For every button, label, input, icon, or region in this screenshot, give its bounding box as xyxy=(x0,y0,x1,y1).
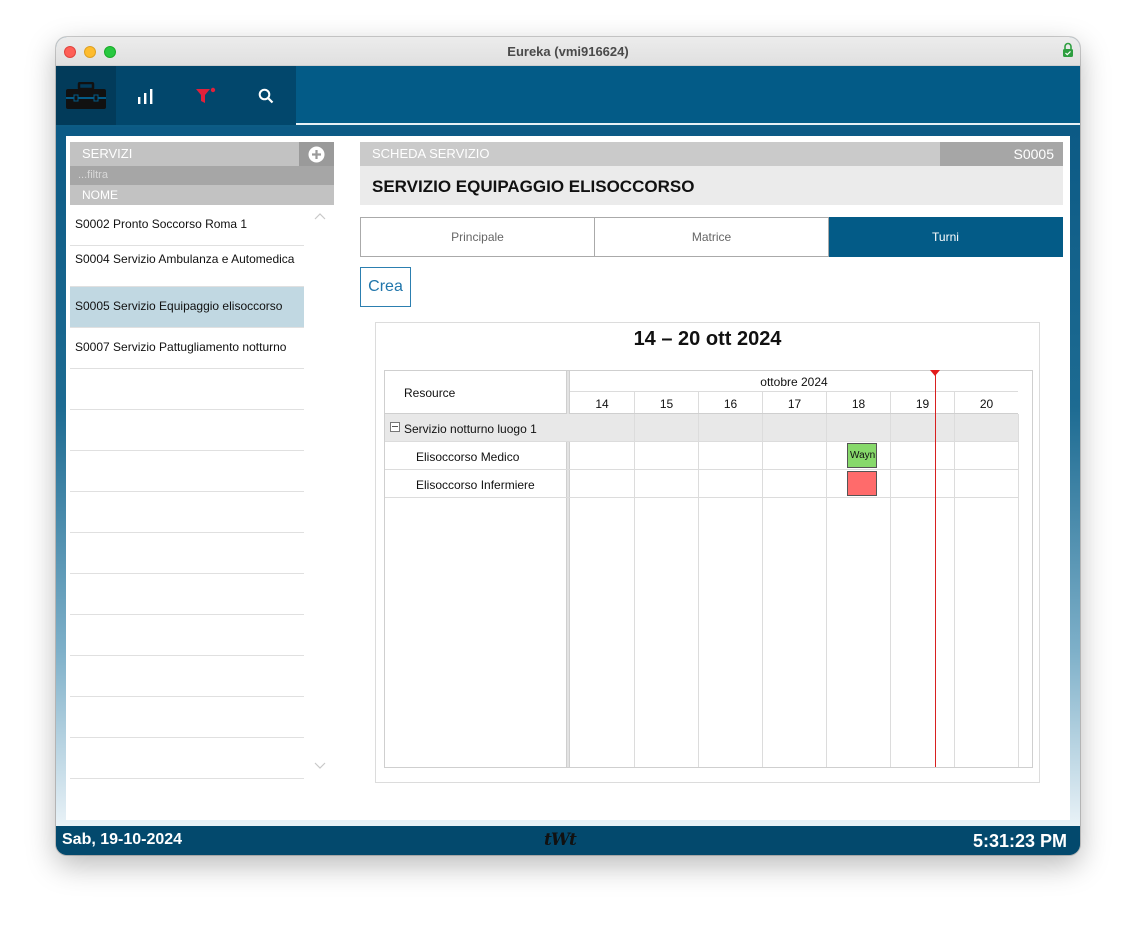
tab-principale[interactable]: Principale xyxy=(360,217,595,257)
services-list: S0002 Pronto Soccorso Roma 1 S0004 Servi… xyxy=(70,205,326,779)
nav-filter-button[interactable] xyxy=(176,66,236,125)
empty-list-row xyxy=(70,492,304,533)
app-logo: tWt xyxy=(544,830,577,850)
toolbox-icon xyxy=(66,81,106,109)
collapse-icon[interactable] xyxy=(390,422,400,432)
current-time-marker xyxy=(930,370,940,376)
calendar-range-title: 14 – 20 ott 2024 xyxy=(633,328,782,350)
nav-services-button[interactable] xyxy=(56,66,116,125)
day-header: 14 xyxy=(595,397,609,411)
status-bar: Sab, 19-10-2024 tWt 5:31:23 PM xyxy=(56,826,1080,855)
list-item[interactable]: S0007 Servizio Pattugliamento notturno xyxy=(70,328,304,369)
group-label: Servizio notturno luogo 1 xyxy=(404,422,537,436)
day-header: 16 xyxy=(698,392,762,413)
day-header: 17 xyxy=(762,392,826,413)
current-date: Sab, 19-10-2024 xyxy=(62,831,183,848)
name-column-header: NOME xyxy=(70,185,334,205)
day-gridline xyxy=(762,414,763,767)
resource-group-row: Servizio notturno luogo 1 xyxy=(385,414,1018,442)
empty-list-row xyxy=(70,656,304,697)
scheduler-grid: Resource ottobre 2024 14 15 16 17 18 19 … xyxy=(384,370,1033,768)
add-service-button[interactable] xyxy=(299,142,334,166)
month-header: ottobre 2024 xyxy=(570,371,1018,392)
service-code: S0005 xyxy=(940,142,1063,166)
day-gridline xyxy=(890,414,891,767)
nav-search-button[interactable] xyxy=(236,66,296,125)
day-gridline xyxy=(954,414,955,767)
day-header: 18 xyxy=(826,392,890,413)
create-button[interactable]: Crea xyxy=(360,267,411,307)
filter-input[interactable]: ...filtra xyxy=(70,166,334,185)
resource-row: Elisoccorso Infermiere xyxy=(385,470,1018,498)
empty-list-row xyxy=(70,615,304,656)
day-header: 15 xyxy=(634,392,698,413)
empty-list-row xyxy=(70,738,304,779)
lock-icon xyxy=(1063,42,1073,57)
plus-circle-icon xyxy=(308,146,325,162)
empty-list-row xyxy=(70,369,304,410)
empty-list-row xyxy=(70,697,304,738)
title-bar: Eureka (vmi916624) xyxy=(56,37,1080,66)
tab-bar: Principale Matrice Turni xyxy=(360,217,1063,257)
tab-matrice[interactable]: Matrice xyxy=(595,217,829,257)
empty-list-row xyxy=(70,451,304,492)
shift-event[interactable]: Wayn xyxy=(847,443,877,468)
day-gridline xyxy=(826,414,827,767)
day-header: 20 xyxy=(954,392,1018,413)
services-sidebar: SERVIZI ...filtra NOME S0002 Pronto Socc… xyxy=(70,142,334,779)
resource-column-header: Resource xyxy=(385,371,566,414)
app-window: Eureka (vmi916624) SERVIZI ...filtra NOM… xyxy=(56,37,1080,855)
window-title: Eureka (vmi916624) xyxy=(507,44,629,59)
service-sheet: SCHEDA SERVIZIO S0005 SERVIZIO EQUIPAGGI… xyxy=(360,142,1063,783)
current-time: 5:31:23 PM xyxy=(972,831,1067,851)
sheet-header: SCHEDA SERVIZIO S0005 xyxy=(360,142,1063,166)
sidebar-title: SERVIZI xyxy=(82,146,133,161)
resource-row: Elisoccorso Medico xyxy=(385,442,1018,470)
list-item[interactable]: S0002 Pronto Soccorso Roma 1 xyxy=(70,205,304,246)
nav-stats-button[interactable] xyxy=(116,66,176,125)
page-title: SERVIZIO EQUIPAGGIO ELISOCCORSO xyxy=(360,166,1063,205)
current-time-line xyxy=(935,371,936,767)
list-item-selected[interactable]: S0005 Servizio Equipaggio elisoccorso xyxy=(70,287,304,328)
day-gridline xyxy=(698,414,699,767)
shift-event[interactable] xyxy=(847,471,877,496)
chevron-up-icon[interactable] xyxy=(314,211,326,223)
chevron-down-icon[interactable] xyxy=(314,759,326,771)
main-nav xyxy=(56,66,296,125)
app-toolbar xyxy=(56,66,1080,125)
bar-chart-icon xyxy=(138,88,153,104)
shift-scheduler: 14 – 20 ott 2024 Resource ottobre 2024 1… xyxy=(375,322,1040,783)
empty-list-row xyxy=(70,410,304,451)
day-header-row: 14 15 16 17 18 19 20 xyxy=(570,392,1018,414)
filter-icon xyxy=(196,87,216,103)
sidebar-header: SERVIZI xyxy=(70,142,334,166)
sheet-label: SCHEDA SERVIZIO xyxy=(372,146,490,161)
day-header: 19 xyxy=(890,392,954,413)
empty-list-row xyxy=(70,574,304,615)
content-panel: SERVIZI ...filtra NOME S0002 Pronto Socc… xyxy=(66,136,1070,820)
resource-label: Elisoccorso Infermiere xyxy=(416,478,535,492)
list-item[interactable]: S0004 Servizio Ambulanza e Automedica xyxy=(70,246,304,287)
tab-turni[interactable]: Turni xyxy=(829,217,1063,257)
day-gridline xyxy=(1018,414,1019,767)
search-icon xyxy=(258,88,274,103)
day-gridline xyxy=(634,414,635,767)
empty-list-row xyxy=(70,533,304,574)
resource-label: Elisoccorso Medico xyxy=(416,450,520,464)
